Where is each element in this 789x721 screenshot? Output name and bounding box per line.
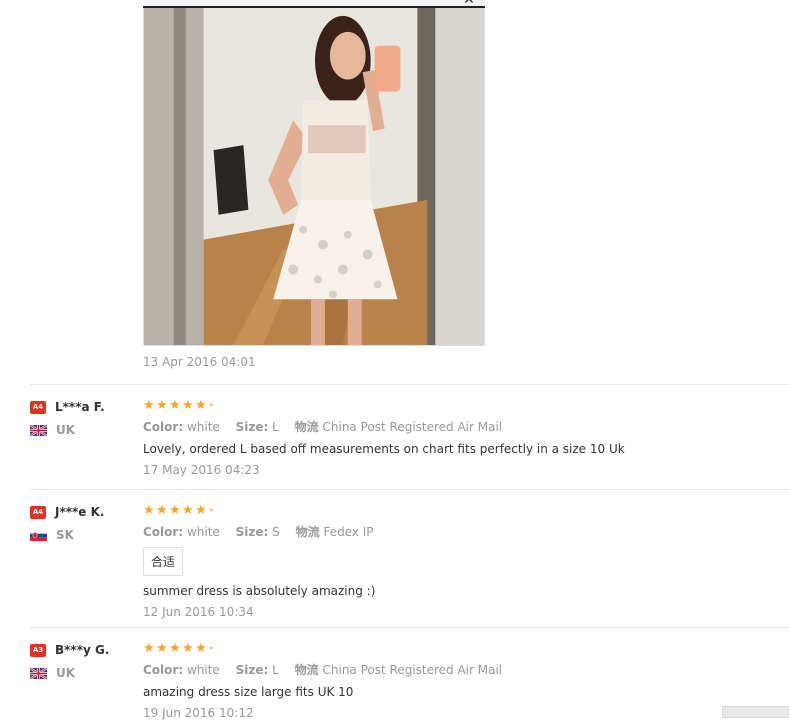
buyer-info: A4 J***e K. SK xyxy=(30,504,140,542)
flag-uk-icon xyxy=(30,667,47,679)
star-tail: • xyxy=(209,506,214,515)
buyer-country: SK xyxy=(56,528,74,542)
attr-size: S xyxy=(272,525,280,539)
review-content: summer dress is absolutely amazing :) xyxy=(143,584,376,598)
star-rating: ★ ★ ★ ★ ★ • xyxy=(143,504,783,517)
star-icon: ★ xyxy=(182,398,194,413)
buyer-info: A4 L***a F. UK xyxy=(30,399,140,437)
order-attributes: Color: white Size: S 物流 Fedex IP xyxy=(143,524,783,540)
attr-label-color: Color: xyxy=(143,420,184,434)
buyer-country: UK xyxy=(56,666,76,680)
buyer-name: B***y G. xyxy=(55,643,110,657)
attr-label-logistics: 物流 xyxy=(294,420,319,434)
attr-logistics: Fedex IP xyxy=(323,525,374,539)
buyer-name: L***a F. xyxy=(55,400,105,414)
buyer-country: UK xyxy=(56,423,76,437)
review-tag[interactable]: 合适 xyxy=(143,547,184,576)
attr-label-size: Size: xyxy=(235,525,269,539)
star-icon: ★ xyxy=(169,398,181,413)
review-date: 17 May 2016 04:23 xyxy=(143,463,260,477)
star-icon: ★ xyxy=(182,503,194,518)
attr-label-size: Size: xyxy=(235,663,269,677)
star-icon: ★ xyxy=(156,503,168,518)
attr-logistics: China Post Registered Air Mail xyxy=(322,420,503,434)
star-icon: ★ xyxy=(143,503,155,518)
star-icon: ★ xyxy=(195,503,207,518)
attr-size: L xyxy=(272,420,279,434)
star-icon: ★ xyxy=(156,641,168,656)
star-rating: ★ ★ ★ ★ ★ • xyxy=(143,642,783,655)
feedback: ★ ★ ★ ★ ★ • Color: white Size: L 物流 Chin… xyxy=(143,642,783,721)
review-date: 13 Apr 2016 04:01 xyxy=(143,355,256,369)
feedback: ★ ★ ★ ★ ★ • Color: white Size: S 物流 Fede… xyxy=(143,504,783,620)
review-date: 19 Jun 2016 10:12 xyxy=(143,706,254,720)
back-to-top-button[interactable] xyxy=(722,706,789,718)
attr-color: white xyxy=(186,525,220,539)
order-attributes: Color: white Size: L 物流 China Post Regis… xyxy=(143,419,783,435)
review-photo-image xyxy=(144,1,484,345)
review-content: Lovely, ordered L based off measurements… xyxy=(143,442,625,456)
flag-uk-icon xyxy=(30,424,47,436)
attr-logistics: China Post Registered Air Mail xyxy=(322,663,503,677)
star-tail: • xyxy=(209,401,214,410)
attr-label-color: Color: xyxy=(143,525,184,539)
review-item: A4 J***e K. SK ★ ★ ★ ★ ★ • Color: white … xyxy=(30,489,789,628)
review-item: A4 L***a F. UK ★ ★ ★ ★ ★ • Color: white … xyxy=(30,384,789,490)
star-icon: ★ xyxy=(169,641,181,656)
attr-label-logistics: 物流 xyxy=(295,525,320,539)
star-tail: • xyxy=(209,644,214,653)
buyer-level-badge: A4 xyxy=(30,400,46,414)
star-icon: ★ xyxy=(195,641,207,656)
close-icon[interactable]: ✕ xyxy=(462,0,476,7)
star-icon: ★ xyxy=(143,641,155,656)
star-icon: ★ xyxy=(169,503,181,518)
review-photo[interactable] xyxy=(143,0,485,346)
attr-label-size: Size: xyxy=(235,420,269,434)
review-item: A3 B***y G. UK ★ ★ ★ ★ ★ • Color: white … xyxy=(30,627,789,721)
attr-label-logistics: 物流 xyxy=(294,663,319,677)
buyer-name: J***e K. xyxy=(55,505,105,519)
star-icon: ★ xyxy=(143,398,155,413)
attr-label-color: Color: xyxy=(143,663,184,677)
flag-sk-icon xyxy=(30,529,47,541)
buyer-info: A3 B***y G. UK xyxy=(30,642,140,680)
attr-size: L xyxy=(272,663,279,677)
star-icon: ★ xyxy=(156,398,168,413)
star-rating: ★ ★ ★ ★ ★ • xyxy=(143,399,783,412)
attr-color: white xyxy=(186,420,220,434)
review-date: 12 Jun 2016 10:34 xyxy=(143,605,254,619)
attr-color: white xyxy=(186,663,220,677)
order-attributes: Color: white Size: L 物流 China Post Regis… xyxy=(143,662,783,678)
star-icon: ★ xyxy=(182,641,194,656)
buyer-level-badge: A4 xyxy=(30,505,46,519)
star-icon: ★ xyxy=(195,398,207,413)
review-content: amazing dress size large fits UK 10 xyxy=(143,685,354,699)
photo-viewer-bar xyxy=(143,0,485,8)
feedback: ★ ★ ★ ★ ★ • Color: white Size: L 物流 Chin… xyxy=(143,399,783,478)
buyer-level-badge: A3 xyxy=(30,643,46,657)
